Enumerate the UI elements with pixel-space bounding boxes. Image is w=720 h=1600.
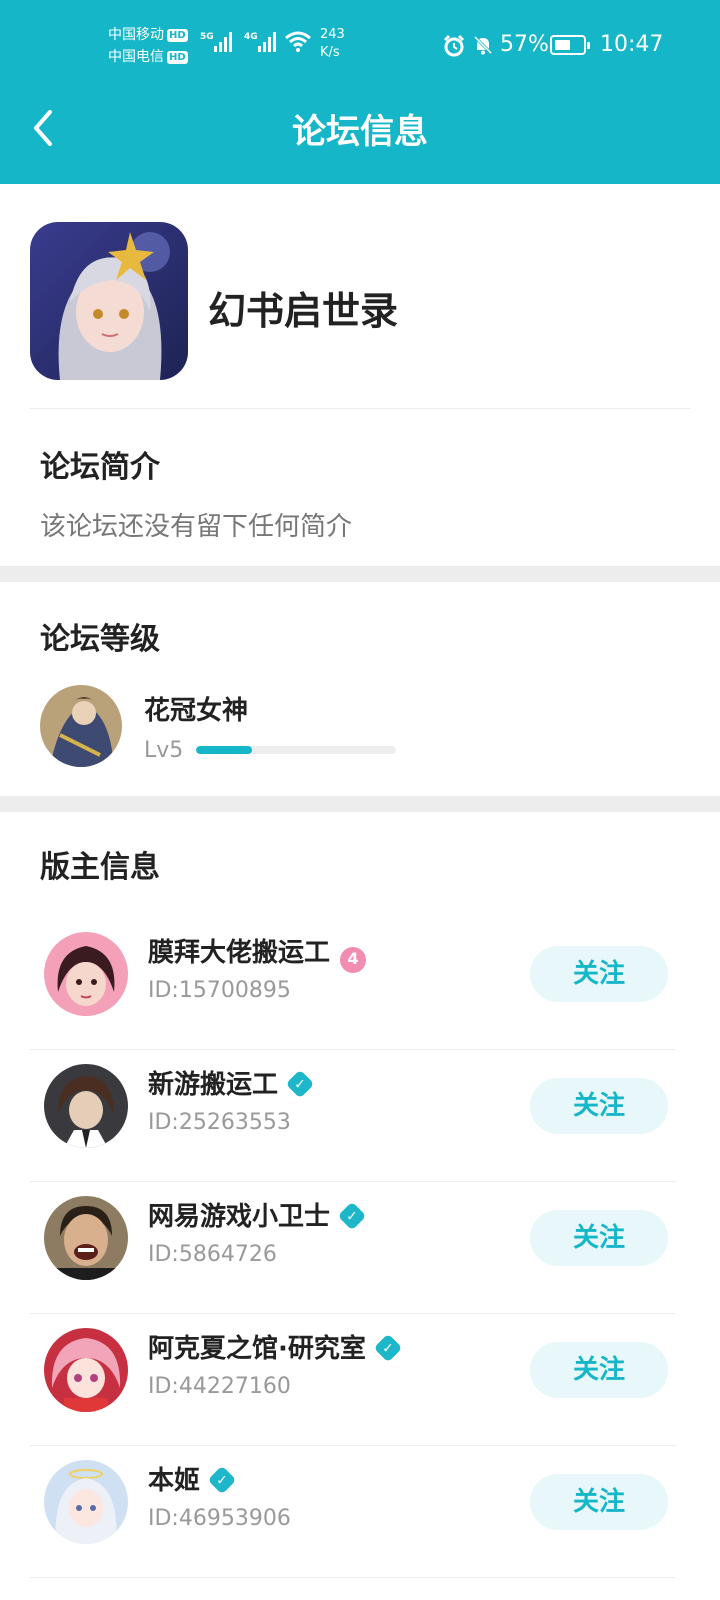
moderator-id: ID:5864726 [148,1242,277,1267]
level-badge-icon: 4 [340,947,367,973]
moderator-avatar[interactable] [44,932,128,1016]
verified-check: ✓ [216,1471,228,1488]
section-gap [0,796,720,812]
divider [30,1577,676,1578]
moderator-name: 阿克夏之馆·研究室 ✓ [148,1328,403,1365]
moderator-id: ID:15700895 [148,978,291,1003]
moderator-row: 新游搬运工 ✓ ID:25263553 关注 [0,1048,720,1182]
moderator-name: 膜拜大佬搬运工 4 [148,932,367,973]
moderator-name-text: 膜拜大佬搬运工 [148,938,331,968]
status-bar: 中国移动 HD 中国电信 HD 5G 4G 243 K/s 57% 10:47 [0,0,720,90]
hd-badge: HD [167,51,188,64]
follow-button[interactable]: 关注 [530,1474,668,1530]
clock: 10:47 [600,32,664,57]
moderator-name: 本姬 ✓ [148,1460,237,1497]
verified-check: ✓ [346,1207,358,1224]
battery-percent: 57% [500,32,549,57]
forum-summary: 幻书启世录 [0,184,720,410]
verified-check: ✓ [294,1075,306,1092]
moderator-row: 本姬 ✓ ID:46953906 关注 [0,1444,720,1578]
level-avatar [40,685,122,767]
moderator-row: 阿克夏之馆·研究室 ✓ ID:44227160 关注 [0,1312,720,1446]
follow-button[interactable]: 关注 [530,1342,668,1398]
app-header: 中国移动 HD 中国电信 HD 5G 4G 243 K/s 57% 10:47 … [0,0,720,184]
moderator-avatar[interactable] [44,1196,128,1280]
alarm-icon [443,34,465,57]
speed-unit: K/s [320,45,340,60]
speed-value: 243 [320,27,345,42]
section-gap [0,566,720,582]
carrier-1: 中国移动 [108,27,164,43]
follow-button[interactable]: 关注 [530,1078,668,1134]
verified-badge-icon: ✓ [337,1201,367,1231]
battery-icon [550,35,590,55]
moderator-row: 膜拜大佬搬运工 4 ID:15700895 关注 [0,916,720,1050]
verified-badge-icon: ✓ [373,1333,403,1363]
hd-badge: HD [167,29,188,42]
level-progress-bar [196,746,396,754]
forum-icon-image [30,222,188,380]
network-speed: 243 K/s [320,26,345,62]
carrier-info: 中国移动 HD 中国电信 HD [108,24,188,68]
verified-check: ✓ [382,1339,394,1356]
moderator-name-text: 网易游戏小卫士 [148,1202,331,1232]
verified-badge-icon: ✓ [207,1465,237,1495]
moderator-row: 网易游戏小卫士 ✓ ID:5864726 关注 [0,1180,720,1314]
divider [30,408,690,409]
moderator-id: ID:44227160 [148,1374,291,1399]
mute-bell-icon [473,35,493,55]
level-name: 花冠女神 [144,696,249,726]
follow-button[interactable]: 关注 [530,1210,668,1266]
intro-section-title: 论坛简介 [40,450,160,485]
wifi-icon [285,31,311,52]
network-type-label: 5G [200,32,214,42]
moderator-id: ID:25263553 [148,1110,291,1135]
carrier-2: 中国电信 [108,49,164,65]
moderator-id: ID:46953906 [148,1506,291,1531]
moderator-name-text: 本姬 [148,1466,201,1496]
intro-text: 该论坛还没有留下任何简介 [40,512,353,542]
follow-button[interactable]: 关注 [530,946,668,1002]
network-type-label: 4G [244,32,258,42]
moderator-name-text: 阿克夏之馆·研究室 [148,1334,366,1364]
level-section-title: 论坛等级 [40,622,160,657]
moderators-section-title: 版主信息 [40,850,160,885]
moderator-name-text: 新游搬运工 [148,1070,279,1100]
level-number: Lv5 [144,738,184,763]
moderator-name: 网易游戏小卫士 ✓ [148,1196,367,1233]
moderator-avatar[interactable] [44,1460,128,1544]
moderator-name: 新游搬运工 ✓ [148,1064,315,1101]
moderator-avatar[interactable] [44,1064,128,1148]
verified-badge-icon: ✓ [285,1069,315,1099]
forum-name: 幻书启世录 [208,289,399,333]
page-title: 论坛信息 [292,112,428,152]
moderator-avatar[interactable] [44,1328,128,1412]
